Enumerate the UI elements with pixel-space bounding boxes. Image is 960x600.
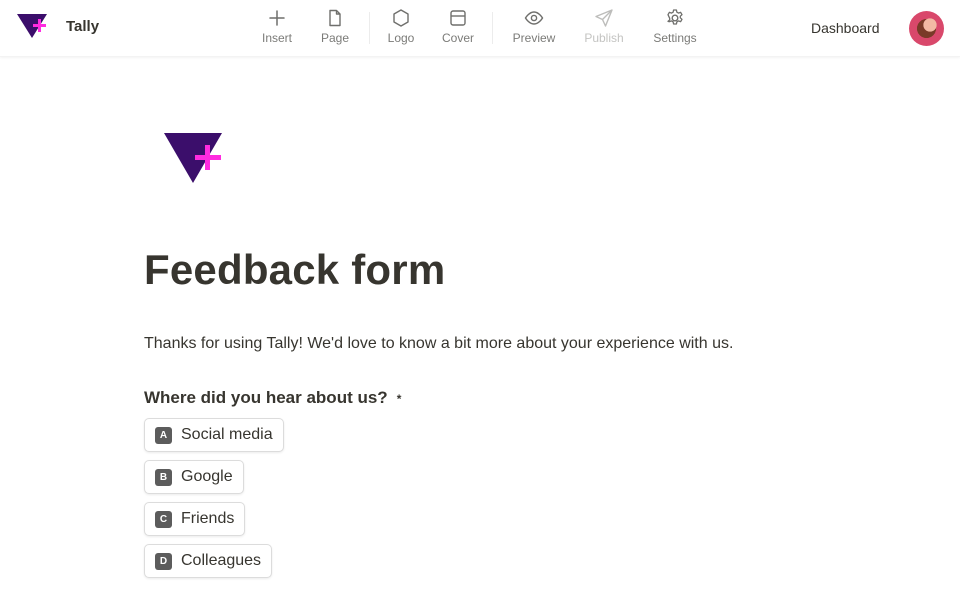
eye-icon bbox=[524, 11, 544, 25]
cover-icon bbox=[450, 10, 466, 26]
question-text: Where did you hear about us? bbox=[144, 388, 388, 407]
publish-button[interactable]: Publish bbox=[574, 8, 634, 50]
hexagon-icon bbox=[393, 9, 409, 27]
insert-label: Insert bbox=[261, 31, 292, 45]
option-label: Social media bbox=[181, 426, 273, 443]
logo-label: Logo bbox=[387, 31, 415, 45]
option-key-badge: D bbox=[155, 552, 172, 570]
user-avatar[interactable] bbox=[909, 11, 944, 46]
top-navigation-bar: Tally Insert Page Logo Cover Preview Pub… bbox=[0, 0, 960, 57]
send-icon bbox=[595, 9, 613, 27]
option-label: Colleagues bbox=[181, 552, 262, 569]
tally-logo-icon bbox=[17, 14, 47, 38]
option-key-badge: B bbox=[155, 468, 172, 486]
option-key-badge: A bbox=[155, 426, 172, 444]
publish-label: Publish bbox=[584, 31, 624, 45]
gear-icon bbox=[667, 9, 683, 25]
dashboard-link[interactable]: Dashboard bbox=[811, 20, 880, 36]
brand-name: Tally bbox=[66, 18, 100, 35]
cover-label: Cover bbox=[441, 31, 474, 45]
form-logo[interactable] bbox=[163, 131, 223, 185]
option-label: Google bbox=[181, 468, 233, 485]
page-label: Page bbox=[320, 31, 350, 45]
settings-label: Settings bbox=[653, 31, 697, 45]
option-label: Friends bbox=[181, 510, 235, 527]
settings-button[interactable]: Settings bbox=[645, 8, 705, 50]
preview-label: Preview bbox=[512, 31, 556, 45]
tally-logo-icon bbox=[164, 133, 222, 183]
page-button[interactable]: Page bbox=[305, 8, 365, 50]
brand[interactable]: Tally bbox=[16, 12, 99, 40]
toolbar-divider bbox=[369, 12, 370, 44]
toolbar-divider bbox=[492, 12, 493, 44]
insert-button[interactable]: Insert bbox=[247, 8, 307, 50]
form-description[interactable]: Thanks for using Tally! We'd love to kno… bbox=[144, 335, 733, 353]
option-friends[interactable]: C Friends bbox=[144, 502, 246, 536]
required-indicator: * bbox=[396, 392, 402, 406]
page-icon bbox=[329, 9, 341, 27]
plus-icon bbox=[269, 10, 285, 26]
preview-button[interactable]: Preview bbox=[504, 8, 564, 50]
option-google[interactable]: B Google bbox=[144, 460, 244, 494]
option-social-media[interactable]: A Social media bbox=[144, 418, 284, 452]
option-key-badge: C bbox=[155, 510, 172, 528]
logo-button[interactable]: Logo bbox=[371, 8, 431, 50]
option-colleagues[interactable]: D Colleagues bbox=[144, 544, 273, 578]
question-label: Where did you hear about us? * bbox=[144, 388, 401, 408]
form-title[interactable]: Feedback form bbox=[144, 246, 445, 294]
cover-button[interactable]: Cover bbox=[428, 8, 488, 50]
